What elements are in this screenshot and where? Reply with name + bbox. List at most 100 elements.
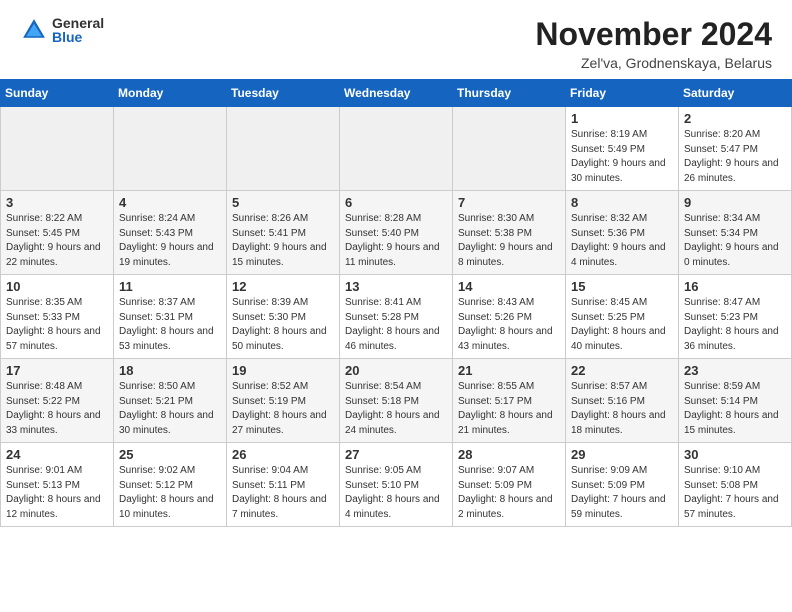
calendar-cell: 27 Sunrise: 9:05 AM Sunset: 5:10 PM Dayli…	[340, 443, 453, 527]
calendar-cell: 11 Sunrise: 8:37 AM Sunset: 5:31 PM Dayli…	[114, 275, 227, 359]
calendar-week-4: 17Sunrise: 8:48 AM Sunset: 5:22 PM Dayli…	[1, 359, 792, 443]
calendar-cell: 23Sunrise: 8:59 AM Sunset: 5:14 PM Dayli…	[679, 359, 792, 443]
day-number: 21	[458, 363, 560, 378]
page-header: General Blue November 2024 Zel'va, Grodn…	[0, 0, 792, 79]
day-number: 3	[6, 195, 108, 210]
day-number: 11	[119, 279, 221, 294]
day-detail: Sunrise: 9:05 AM Sunset: 5:10 PM Dayligh…	[345, 464, 447, 522]
calendar-cell: 26Sunrise: 9:04 AM Sunset: 5:11 PM Dayli…	[227, 443, 340, 527]
location-text: Zel'va, Grodnenskaya, Belarus	[535, 55, 772, 71]
day-detail: Sunrise: 8:20 AM Sunset: 5:47 PM Dayligh…	[684, 128, 786, 186]
calendar-cell: 5Sunrise: 8:26 AM Sunset: 5:41 PM Daylig…	[227, 191, 340, 275]
title-block: November 2024 Zel'va, Grodnenskaya, Bela…	[535, 16, 772, 71]
day-detail: Sunrise: 8:28 AM Sunset: 5:40 PM Dayligh…	[345, 212, 447, 270]
calendar-cell: 24 Sunrise: 9:01 AM Sunset: 5:13 PM Dayli…	[1, 443, 114, 527]
day-detail: Sunrise: 8:37 AM Sunset: 5:31 PM Dayligh…	[119, 296, 221, 354]
day-number: 20	[345, 363, 447, 378]
calendar-cell: 14 Sunrise: 8:43 AM Sunset: 5:26 PM Dayli…	[453, 275, 566, 359]
day-detail: Sunrise: 8:34 AM Sunset: 5:34 PM Dayligh…	[684, 212, 786, 270]
day-number: 28	[458, 447, 560, 462]
day-number: 8	[571, 195, 673, 210]
day-detail: Sunrise: 8:59 AM Sunset: 5:14 PM Dayligh…	[684, 380, 786, 438]
calendar-cell: 22 Sunrise: 8:57 AM Sunset: 5:16 PM Dayli…	[566, 359, 679, 443]
day-number: 2	[684, 111, 786, 126]
calendar-cell: 21 Sunrise: 8:55 AM Sunset: 5:17 PM Dayli…	[453, 359, 566, 443]
calendar-cell: 1 Sunrise: 8:19 AM Sunset: 5:49 PM Daylig…	[566, 107, 679, 191]
calendar-cell: 17Sunrise: 8:48 AM Sunset: 5:22 PM Dayli…	[1, 359, 114, 443]
day-detail: Sunrise: 8:54 AM Sunset: 5:18 PM Dayligh…	[345, 380, 447, 438]
day-number: 19	[232, 363, 334, 378]
weekday-header-friday: Friday	[566, 80, 679, 107]
day-number: 16	[684, 279, 786, 294]
calendar-cell: 19 Sunrise: 8:52 AM Sunset: 5:19 PM Dayli…	[227, 359, 340, 443]
month-title: November 2024	[535, 16, 772, 53]
day-number: 22	[571, 363, 673, 378]
calendar-cell: 25Sunrise: 9:02 AM Sunset: 5:12 PM Dayli…	[114, 443, 227, 527]
day-number: 7	[458, 195, 560, 210]
logo-icon	[20, 16, 48, 44]
day-detail: Sunrise: 9:09 AM Sunset: 5:09 PM Dayligh…	[571, 464, 673, 522]
day-detail: Sunrise: 8:43 AM Sunset: 5:26 PM Dayligh…	[458, 296, 560, 354]
logo-blue-text: Blue	[52, 30, 104, 44]
day-detail: Sunrise: 8:52 AM Sunset: 5:19 PM Dayligh…	[232, 380, 334, 438]
day-number: 29	[571, 447, 673, 462]
day-number: 13	[345, 279, 447, 294]
weekday-header-monday: Monday	[114, 80, 227, 107]
calendar-cell: 28 Sunrise: 9:07 AM Sunset: 5:09 PM Dayli…	[453, 443, 566, 527]
calendar-cell	[340, 107, 453, 191]
day-detail: Sunrise: 9:01 AM Sunset: 5:13 PM Dayligh…	[6, 464, 108, 522]
day-detail: Sunrise: 9:10 AM Sunset: 5:08 PM Dayligh…	[684, 464, 786, 522]
calendar-cell	[114, 107, 227, 191]
weekday-header-wednesday: Wednesday	[340, 80, 453, 107]
day-number: 1	[571, 111, 673, 126]
calendar-cell: 6 Sunrise: 8:28 AM Sunset: 5:40 PM Daylig…	[340, 191, 453, 275]
day-number: 30	[684, 447, 786, 462]
calendar-table: SundayMondayTuesdayWednesdayThursdayFrid…	[0, 79, 792, 527]
logo-general-text: General	[52, 16, 104, 30]
calendar-cell: 3Sunrise: 8:22 AM Sunset: 5:45 PM Daylig…	[1, 191, 114, 275]
calendar-cell	[453, 107, 566, 191]
day-number: 6	[345, 195, 447, 210]
calendar-cell	[1, 107, 114, 191]
day-detail: Sunrise: 8:41 AM Sunset: 5:28 PM Dayligh…	[345, 296, 447, 354]
weekday-header-sunday: Sunday	[1, 80, 114, 107]
calendar-cell: 29 Sunrise: 9:09 AM Sunset: 5:09 PM Dayli…	[566, 443, 679, 527]
day-number: 26	[232, 447, 334, 462]
day-detail: Sunrise: 8:35 AM Sunset: 5:33 PM Dayligh…	[6, 296, 108, 354]
day-number: 5	[232, 195, 334, 210]
calendar-cell: 10 Sunrise: 8:35 AM Sunset: 5:33 PM Dayli…	[1, 275, 114, 359]
logo: General Blue	[20, 16, 104, 44]
day-number: 24	[6, 447, 108, 462]
day-detail: Sunrise: 8:47 AM Sunset: 5:23 PM Dayligh…	[684, 296, 786, 354]
day-number: 10	[6, 279, 108, 294]
calendar-cell: 9Sunrise: 8:34 AM Sunset: 5:34 PM Daylig…	[679, 191, 792, 275]
day-detail: Sunrise: 8:55 AM Sunset: 5:17 PM Dayligh…	[458, 380, 560, 438]
calendar-cell: 18Sunrise: 8:50 AM Sunset: 5:21 PM Dayli…	[114, 359, 227, 443]
day-detail: Sunrise: 8:30 AM Sunset: 5:38 PM Dayligh…	[458, 212, 560, 270]
day-number: 17	[6, 363, 108, 378]
calendar-cell: 30 Sunrise: 9:10 AM Sunset: 5:08 PM Dayli…	[679, 443, 792, 527]
calendar-cell: 20 Sunrise: 8:54 AM Sunset: 5:18 PM Dayli…	[340, 359, 453, 443]
day-detail: Sunrise: 8:19 AM Sunset: 5:49 PM Dayligh…	[571, 128, 673, 186]
calendar-cell: 13 Sunrise: 8:41 AM Sunset: 5:28 PM Dayli…	[340, 275, 453, 359]
day-number: 27	[345, 447, 447, 462]
day-detail: Sunrise: 9:02 AM Sunset: 5:12 PM Dayligh…	[119, 464, 221, 522]
day-detail: Sunrise: 8:57 AM Sunset: 5:16 PM Dayligh…	[571, 380, 673, 438]
calendar-cell: 4Sunrise: 8:24 AM Sunset: 5:43 PM Daylig…	[114, 191, 227, 275]
calendar-cell	[227, 107, 340, 191]
day-detail: Sunrise: 9:07 AM Sunset: 5:09 PM Dayligh…	[458, 464, 560, 522]
calendar-header-row: SundayMondayTuesdayWednesdayThursdayFrid…	[1, 80, 792, 107]
calendar-cell: 15Sunrise: 8:45 AM Sunset: 5:25 PM Dayli…	[566, 275, 679, 359]
calendar-cell: 7 Sunrise: 8:30 AM Sunset: 5:38 PM Daylig…	[453, 191, 566, 275]
weekday-header-tuesday: Tuesday	[227, 80, 340, 107]
day-detail: Sunrise: 8:50 AM Sunset: 5:21 PM Dayligh…	[119, 380, 221, 438]
calendar-cell: 8Sunrise: 8:32 AM Sunset: 5:36 PM Daylig…	[566, 191, 679, 275]
day-number: 14	[458, 279, 560, 294]
day-number: 4	[119, 195, 221, 210]
calendar-week-1: 1 Sunrise: 8:19 AM Sunset: 5:49 PM Daylig…	[1, 107, 792, 191]
day-detail: Sunrise: 8:39 AM Sunset: 5:30 PM Dayligh…	[232, 296, 334, 354]
logo-text: General Blue	[52, 16, 104, 44]
day-detail: Sunrise: 8:45 AM Sunset: 5:25 PM Dayligh…	[571, 296, 673, 354]
calendar-week-2: 3Sunrise: 8:22 AM Sunset: 5:45 PM Daylig…	[1, 191, 792, 275]
calendar-cell: 16 Sunrise: 8:47 AM Sunset: 5:23 PM Dayli…	[679, 275, 792, 359]
